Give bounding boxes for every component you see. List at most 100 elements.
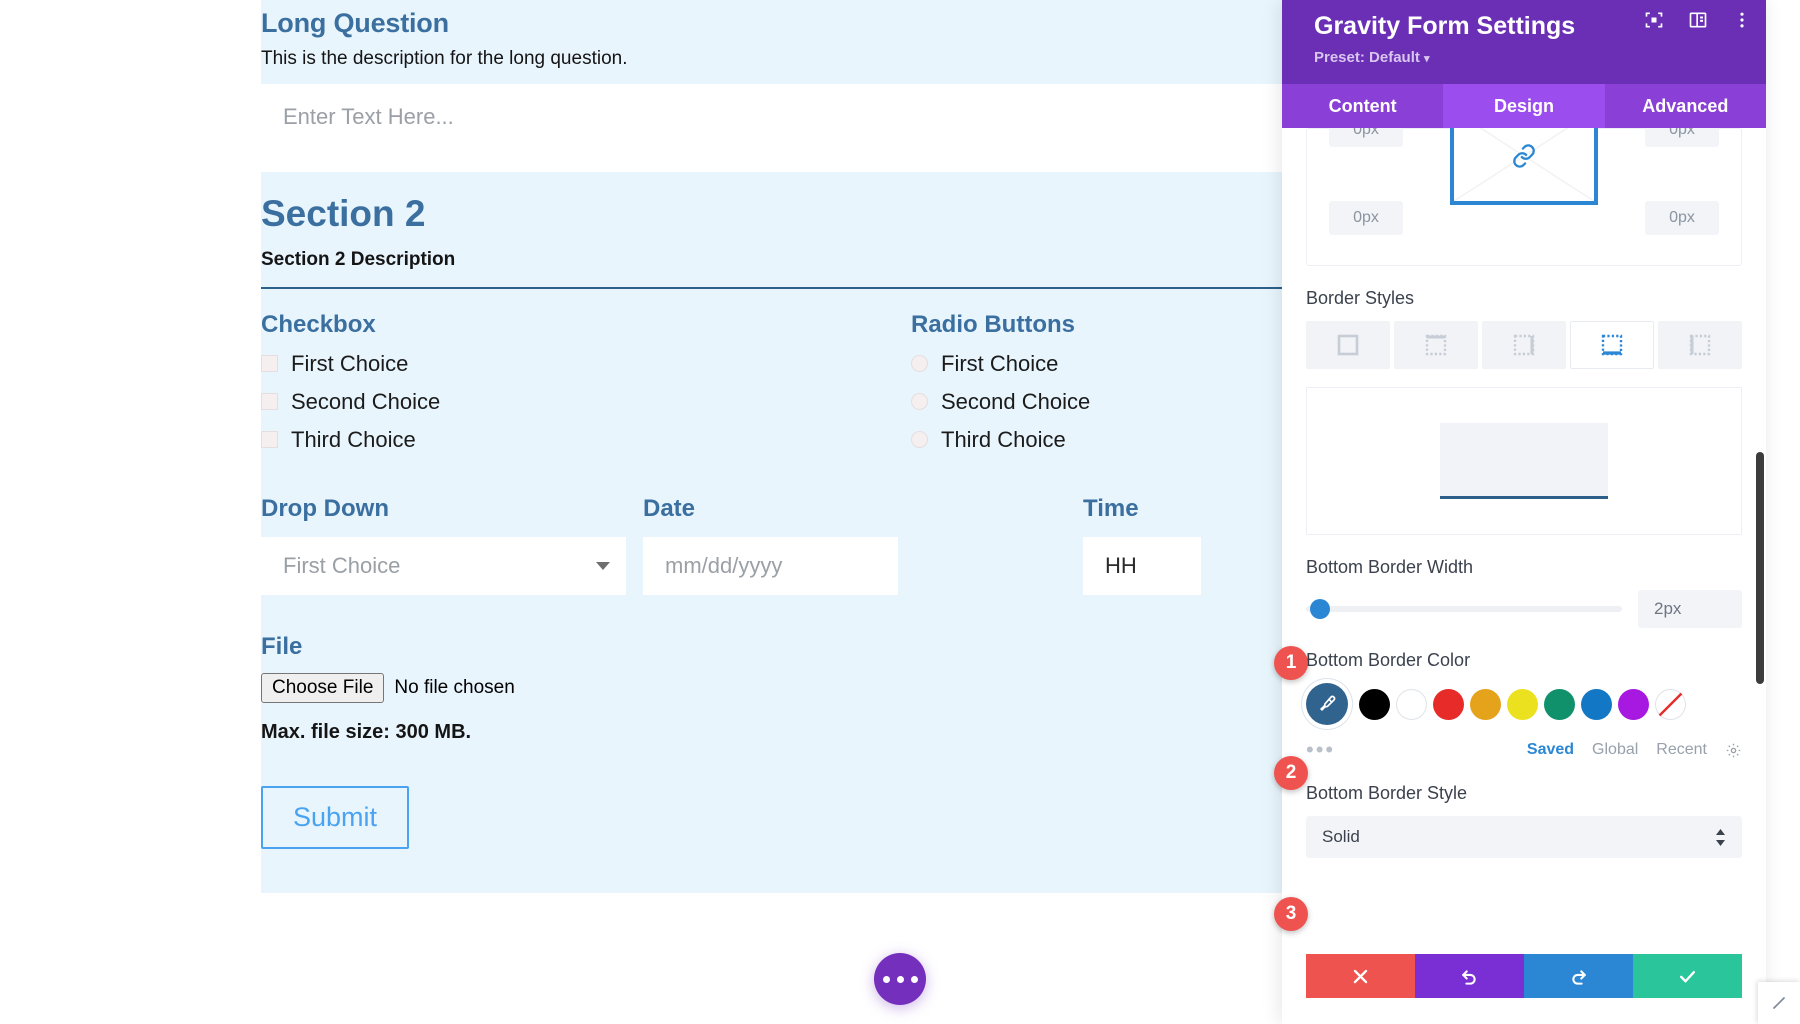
border-radius-control: 0px 0px 0px 0px [1306, 128, 1742, 266]
radius-link-box[interactable] [1450, 128, 1598, 205]
bottom-border-style-select[interactable]: Solid [1306, 816, 1742, 858]
gear-icon[interactable] [1725, 742, 1742, 759]
border-bottom-icon[interactable] [1570, 321, 1654, 369]
bottom-border-style-label: Bottom Border Style [1306, 783, 1742, 804]
dropdown-value: First Choice [283, 553, 400, 579]
gravity-form: Long Question This is the description fo… [261, 0, 1290, 893]
checkbox-option-label: Third Choice [291, 427, 416, 453]
screen-root: Long Question This is the description fo… [0, 0, 1800, 1024]
redo-button[interactable] [1524, 954, 1633, 998]
radio-circle-icon[interactable] [911, 431, 928, 448]
radius-bottom-left-input[interactable]: 0px [1329, 201, 1403, 235]
long-question-description: This is the description for the long que… [261, 48, 1290, 70]
bottom-border-style-value: Solid [1322, 827, 1360, 847]
checkbox-box-icon[interactable] [261, 393, 278, 410]
preset-selector[interactable]: Preset: Default ▾ [1314, 49, 1746, 66]
field-checkbox: Checkbox First Choice Second Choice Thir… [261, 311, 911, 453]
slider-thumb[interactable] [1310, 599, 1330, 619]
radio-circle-icon[interactable] [911, 355, 928, 372]
bottom-border-width-value[interactable]: 2px [1638, 590, 1742, 628]
border-right-icon[interactable] [1482, 321, 1566, 369]
link-icon [1511, 143, 1537, 169]
panel-scrollbar[interactable] [1756, 452, 1764, 684]
bottom-border-width-slider[interactable] [1306, 599, 1622, 619]
checkbox-option[interactable]: Second Choice [261, 389, 911, 415]
preset-label: Preset: Default [1314, 49, 1420, 66]
focus-target-icon[interactable] [1644, 10, 1664, 30]
slider-track [1306, 606, 1622, 612]
resize-handle[interactable] [1758, 982, 1800, 1024]
submit-button[interactable]: Submit [261, 786, 409, 849]
radio-option[interactable]: Second Choice [911, 389, 1290, 415]
undo-icon [1460, 967, 1479, 986]
bottom-border-width-label: Bottom Border Width [1306, 557, 1742, 578]
ellipsis-icon[interactable] [874, 953, 926, 1005]
border-styles-options [1306, 321, 1742, 369]
redo-icon [1569, 967, 1588, 986]
date-input[interactable]: mm/dd/yyyy [643, 537, 898, 595]
step-badge-2: 2 [1274, 756, 1308, 790]
field-date: Date mm/dd/yyyy [643, 495, 905, 595]
file-label: File [261, 633, 1290, 661]
border-top-icon[interactable] [1394, 321, 1478, 369]
tab-advanced[interactable]: Advanced [1605, 84, 1766, 128]
radio-option-label: Second Choice [941, 389, 1090, 415]
checkbox-option[interactable]: First Choice [261, 351, 911, 377]
layout-panel-icon[interactable] [1688, 10, 1708, 30]
swatch-blue[interactable] [1581, 689, 1612, 720]
radius-top-right-input[interactable]: 0px [1645, 128, 1719, 147]
tab-content[interactable]: Content [1282, 84, 1443, 128]
checkbox-option[interactable]: Third Choice [261, 427, 911, 453]
undo-button[interactable] [1415, 954, 1524, 998]
section-2-title: Section 2 [261, 194, 1290, 235]
border-preview [1306, 387, 1742, 535]
swatch-transparent[interactable] [1655, 689, 1686, 720]
choose-file-button[interactable]: Choose File [261, 673, 384, 703]
color-tab-global[interactable]: Global [1592, 741, 1638, 759]
radio-circle-icon[interactable] [911, 393, 928, 410]
swatch-red[interactable] [1433, 689, 1464, 720]
checkbox-option-label: First Choice [291, 351, 408, 377]
radius-top-left-input[interactable]: 0px [1329, 128, 1403, 147]
panel-header-icons [1644, 10, 1752, 30]
swatch-black[interactable] [1359, 689, 1390, 720]
chevron-down-icon: ▾ [1424, 53, 1430, 65]
checkbox-box-icon[interactable] [261, 355, 278, 372]
tab-design[interactable]: Design [1443, 84, 1604, 128]
swatch-orange[interactable] [1470, 689, 1501, 720]
inputs-row: Drop Down First Choice Date mm/dd/yyyy T… [261, 495, 1290, 595]
eyedropper-icon[interactable] [1306, 683, 1348, 725]
radio-option-label: Third Choice [941, 427, 1066, 453]
border-all-icon[interactable] [1306, 321, 1390, 369]
checkbox-option-label: Second Choice [291, 389, 440, 415]
swatch-yellow[interactable] [1507, 689, 1538, 720]
more-vertical-icon[interactable] [1732, 10, 1752, 30]
color-more-options[interactable]: ••• [1306, 739, 1335, 761]
border-left-icon[interactable] [1658, 321, 1742, 369]
chevron-down-icon [596, 562, 610, 570]
radius-bottom-right-input[interactable]: 0px [1645, 201, 1719, 235]
long-question-textarea[interactable]: Enter Text Here... [261, 84, 1290, 172]
dropdown-select[interactable]: First Choice [261, 537, 626, 595]
cancel-button[interactable] [1306, 954, 1415, 998]
color-tab-saved[interactable]: Saved [1527, 741, 1574, 759]
save-button[interactable] [1633, 954, 1742, 998]
time-label: Time [1083, 495, 1243, 523]
swatch-purple[interactable] [1618, 689, 1649, 720]
field-file: File Choose File No file chosen Max. fil… [261, 633, 1290, 744]
swatch-white[interactable] [1396, 689, 1427, 720]
section-2-divider [261, 287, 1290, 289]
settings-panel: Gravity Form Settings Preset: Default ▾ [1282, 0, 1766, 1024]
radio-option[interactable]: Third Choice [911, 427, 1290, 453]
checkbox-box-icon[interactable] [261, 431, 278, 448]
swatch-green[interactable] [1544, 689, 1575, 720]
section-2-description: Section 2 Description [261, 249, 1290, 271]
step-badge-3: 3 [1274, 897, 1308, 931]
field-time: Time HH [1083, 495, 1243, 595]
file-input-row: Choose File No file chosen [261, 673, 1290, 703]
radio-option[interactable]: First Choice [911, 351, 1290, 377]
time-hour-input[interactable]: HH [1083, 537, 1201, 595]
checkbox-label: Checkbox [261, 311, 911, 339]
fab-dot [897, 976, 904, 983]
color-tab-recent[interactable]: Recent [1656, 741, 1707, 759]
